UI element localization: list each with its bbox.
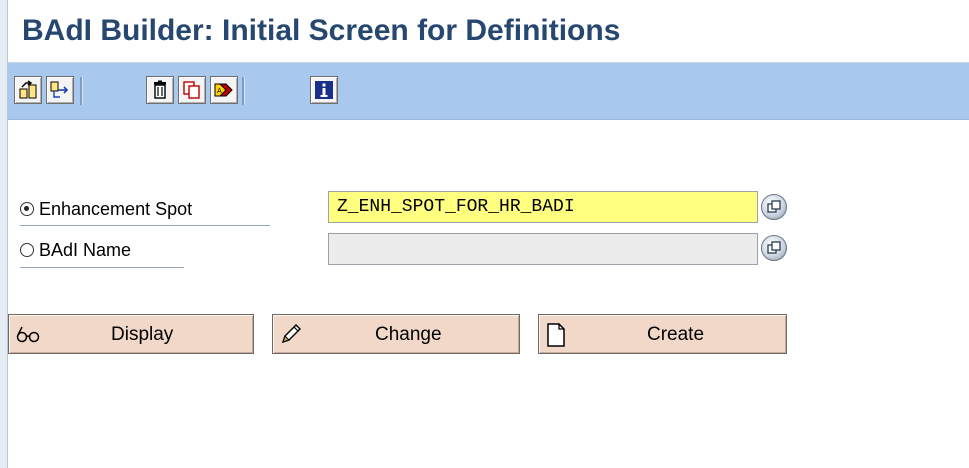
toolbar-separator [242,77,245,105]
pencil-icon [281,324,301,344]
copy-button[interactable] [178,76,206,104]
create-button[interactable]: Create [538,314,787,354]
delete-icon [154,80,166,99]
information-button[interactable] [310,76,338,104]
copy-icon [183,81,200,99]
value-help-icon [767,241,781,254]
rename-button[interactable]: A [210,76,238,104]
toolbar-separator [80,77,83,105]
label-underline [20,267,184,268]
badi-name-value-help[interactable] [761,235,787,261]
enhancement-spot-label: Enhancement Spot [39,198,193,219]
page-title: BAdI Builder: Initial Screen for Definit… [22,14,621,47]
application-toolbar: A [8,63,969,120]
delete-button[interactable] [146,76,174,104]
glasses-icon [16,326,40,343]
label-underline [20,225,270,226]
badi-name-input[interactable] [328,233,758,265]
information-icon [315,81,333,99]
badi-name-label: BAdI Name [39,239,132,260]
enhancement-spot-input[interactable]: Z_ENH_SPOT_FOR_HR_BADI [328,191,758,223]
change-button[interactable]: Change [272,314,520,354]
other-object-button[interactable] [14,76,42,104]
enhancement-spot-value-help[interactable] [761,194,787,220]
selection-area [8,120,969,468]
change-button-label: Change [375,324,442,345]
sap-window: BAdI Builder: Initial Screen for Definit… [0,0,969,468]
other-object-icon [19,80,37,99]
value-help-icon [767,200,781,213]
where-used-button[interactable] [46,76,74,104]
where-used-icon [50,81,69,98]
badi-name-radio[interactable] [20,243,34,257]
create-button-label: Create [647,324,705,345]
enhancement-spot-radio[interactable] [20,202,34,216]
svg-text:A: A [217,87,222,95]
blank-page-icon [547,323,565,347]
display-button[interactable]: Display [8,314,254,354]
title-bar: BAdI Builder: Initial Screen for Definit… [8,0,969,63]
badi-name-option[interactable]: BAdI Name [20,235,131,265]
display-button-label: Display [111,324,174,345]
rename-icon: A [214,83,233,97]
enhancement-spot-option[interactable]: Enhancement Spot [20,194,192,224]
window-left-border [0,0,8,468]
